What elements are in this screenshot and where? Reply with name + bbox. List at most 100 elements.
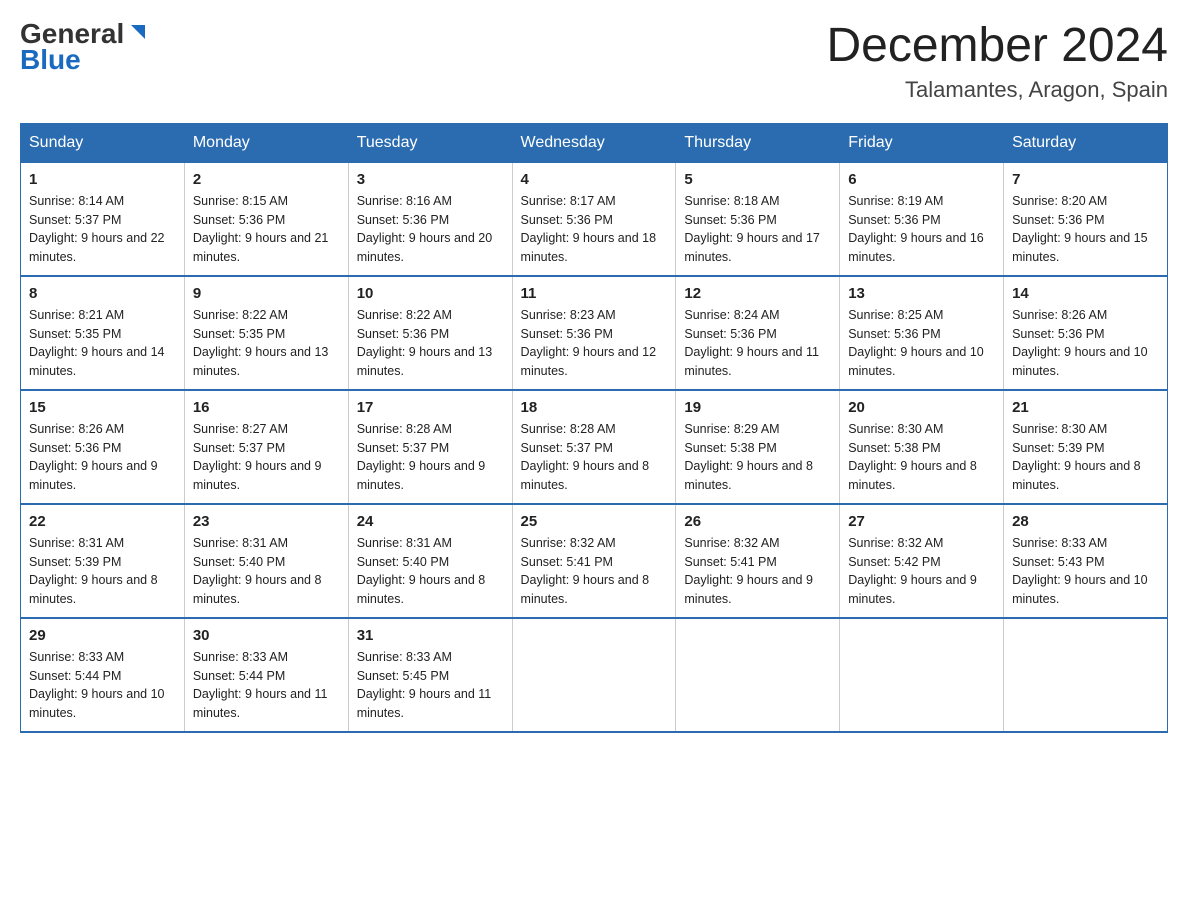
calendar-cell: 21 Sunrise: 8:30 AMSunset: 5:39 PMDaylig… [1004, 390, 1168, 504]
calendar-week-row: 22 Sunrise: 8:31 AMSunset: 5:39 PMDaylig… [21, 504, 1168, 618]
day-number: 19 [684, 399, 831, 416]
day-sunrise-info: Sunrise: 8:16 AMSunset: 5:36 PMDaylight:… [357, 194, 493, 264]
calendar-cell: 6 Sunrise: 8:19 AMSunset: 5:36 PMDayligh… [840, 162, 1004, 276]
day-sunrise-info: Sunrise: 8:14 AMSunset: 5:37 PMDaylight:… [29, 194, 165, 264]
calendar-cell [840, 618, 1004, 732]
day-sunrise-info: Sunrise: 8:23 AMSunset: 5:36 PMDaylight:… [521, 308, 657, 378]
day-sunrise-info: Sunrise: 8:25 AMSunset: 5:36 PMDaylight:… [848, 308, 984, 378]
calendar-week-row: 1 Sunrise: 8:14 AMSunset: 5:37 PMDayligh… [21, 162, 1168, 276]
calendar-cell: 20 Sunrise: 8:30 AMSunset: 5:38 PMDaylig… [840, 390, 1004, 504]
day-number: 1 [29, 171, 176, 188]
calendar-cell: 17 Sunrise: 8:28 AMSunset: 5:37 PMDaylig… [348, 390, 512, 504]
calendar-cell: 26 Sunrise: 8:32 AMSunset: 5:41 PMDaylig… [676, 504, 840, 618]
weekday-header-tuesday: Tuesday [348, 123, 512, 162]
day-number: 31 [357, 627, 504, 644]
day-sunrise-info: Sunrise: 8:24 AMSunset: 5:36 PMDaylight:… [684, 308, 819, 378]
calendar-cell: 19 Sunrise: 8:29 AMSunset: 5:38 PMDaylig… [676, 390, 840, 504]
calendar-week-row: 29 Sunrise: 8:33 AMSunset: 5:44 PMDaylig… [21, 618, 1168, 732]
day-sunrise-info: Sunrise: 8:21 AMSunset: 5:35 PMDaylight:… [29, 308, 165, 378]
weekday-header-row: SundayMondayTuesdayWednesdayThursdayFrid… [21, 123, 1168, 162]
day-number: 25 [521, 513, 668, 530]
calendar-cell: 10 Sunrise: 8:22 AMSunset: 5:36 PMDaylig… [348, 276, 512, 390]
day-sunrise-info: Sunrise: 8:32 AMSunset: 5:41 PMDaylight:… [521, 536, 650, 606]
calendar-cell: 8 Sunrise: 8:21 AMSunset: 5:35 PMDayligh… [21, 276, 185, 390]
day-sunrise-info: Sunrise: 8:29 AMSunset: 5:38 PMDaylight:… [684, 422, 813, 492]
calendar-cell [676, 618, 840, 732]
weekday-header-saturday: Saturday [1004, 123, 1168, 162]
calendar-cell: 24 Sunrise: 8:31 AMSunset: 5:40 PMDaylig… [348, 504, 512, 618]
day-number: 13 [848, 285, 995, 302]
calendar-cell: 4 Sunrise: 8:17 AMSunset: 5:36 PMDayligh… [512, 162, 676, 276]
location-subtitle: Talamantes, Aragon, Spain [826, 77, 1168, 103]
day-number: 10 [357, 285, 504, 302]
day-sunrise-info: Sunrise: 8:26 AMSunset: 5:36 PMDaylight:… [1012, 308, 1148, 378]
weekday-header-thursday: Thursday [676, 123, 840, 162]
day-sunrise-info: Sunrise: 8:20 AMSunset: 5:36 PMDaylight:… [1012, 194, 1148, 264]
calendar-cell: 29 Sunrise: 8:33 AMSunset: 5:44 PMDaylig… [21, 618, 185, 732]
day-sunrise-info: Sunrise: 8:33 AMSunset: 5:44 PMDaylight:… [29, 650, 165, 720]
day-number: 22 [29, 513, 176, 530]
day-sunrise-info: Sunrise: 8:28 AMSunset: 5:37 PMDaylight:… [521, 422, 650, 492]
day-sunrise-info: Sunrise: 8:26 AMSunset: 5:36 PMDaylight:… [29, 422, 158, 492]
day-sunrise-info: Sunrise: 8:30 AMSunset: 5:39 PMDaylight:… [1012, 422, 1141, 492]
day-sunrise-info: Sunrise: 8:30 AMSunset: 5:38 PMDaylight:… [848, 422, 977, 492]
calendar-cell: 2 Sunrise: 8:15 AMSunset: 5:36 PMDayligh… [184, 162, 348, 276]
day-sunrise-info: Sunrise: 8:22 AMSunset: 5:36 PMDaylight:… [357, 308, 493, 378]
logo-blue-text: Blue [20, 46, 81, 74]
page-header: General Blue December 2024 Talamantes, A… [20, 20, 1168, 103]
day-number: 6 [848, 171, 995, 188]
title-area: December 2024 Talamantes, Aragon, Spain [826, 20, 1168, 103]
day-sunrise-info: Sunrise: 8:33 AMSunset: 5:45 PMDaylight:… [357, 650, 492, 720]
day-sunrise-info: Sunrise: 8:27 AMSunset: 5:37 PMDaylight:… [193, 422, 322, 492]
calendar-week-row: 8 Sunrise: 8:21 AMSunset: 5:35 PMDayligh… [21, 276, 1168, 390]
day-sunrise-info: Sunrise: 8:31 AMSunset: 5:39 PMDaylight:… [29, 536, 158, 606]
calendar-cell: 28 Sunrise: 8:33 AMSunset: 5:43 PMDaylig… [1004, 504, 1168, 618]
day-sunrise-info: Sunrise: 8:18 AMSunset: 5:36 PMDaylight:… [684, 194, 820, 264]
day-number: 23 [193, 513, 340, 530]
day-number: 11 [521, 285, 668, 302]
calendar-cell: 9 Sunrise: 8:22 AMSunset: 5:35 PMDayligh… [184, 276, 348, 390]
calendar-cell: 7 Sunrise: 8:20 AMSunset: 5:36 PMDayligh… [1004, 162, 1168, 276]
day-number: 30 [193, 627, 340, 644]
logo-arrow-icon [127, 21, 149, 47]
calendar-cell: 22 Sunrise: 8:31 AMSunset: 5:39 PMDaylig… [21, 504, 185, 618]
day-number: 2 [193, 171, 340, 188]
weekday-header-wednesday: Wednesday [512, 123, 676, 162]
calendar-cell [1004, 618, 1168, 732]
calendar-cell [512, 618, 676, 732]
day-number: 20 [848, 399, 995, 416]
calendar-cell: 5 Sunrise: 8:18 AMSunset: 5:36 PMDayligh… [676, 162, 840, 276]
calendar-cell: 12 Sunrise: 8:24 AMSunset: 5:36 PMDaylig… [676, 276, 840, 390]
logo: General Blue [20, 20, 149, 74]
calendar-cell: 14 Sunrise: 8:26 AMSunset: 5:36 PMDaylig… [1004, 276, 1168, 390]
month-title: December 2024 [826, 20, 1168, 73]
day-number: 26 [684, 513, 831, 530]
weekday-header-sunday: Sunday [21, 123, 185, 162]
calendar-cell: 23 Sunrise: 8:31 AMSunset: 5:40 PMDaylig… [184, 504, 348, 618]
calendar-cell: 13 Sunrise: 8:25 AMSunset: 5:36 PMDaylig… [840, 276, 1004, 390]
day-sunrise-info: Sunrise: 8:32 AMSunset: 5:42 PMDaylight:… [848, 536, 977, 606]
day-number: 17 [357, 399, 504, 416]
day-sunrise-info: Sunrise: 8:33 AMSunset: 5:44 PMDaylight:… [193, 650, 328, 720]
day-number: 3 [357, 171, 504, 188]
calendar-cell: 1 Sunrise: 8:14 AMSunset: 5:37 PMDayligh… [21, 162, 185, 276]
day-number: 14 [1012, 285, 1159, 302]
day-sunrise-info: Sunrise: 8:31 AMSunset: 5:40 PMDaylight:… [357, 536, 486, 606]
day-sunrise-info: Sunrise: 8:28 AMSunset: 5:37 PMDaylight:… [357, 422, 486, 492]
day-number: 21 [1012, 399, 1159, 416]
calendar-cell: 27 Sunrise: 8:32 AMSunset: 5:42 PMDaylig… [840, 504, 1004, 618]
calendar-cell: 11 Sunrise: 8:23 AMSunset: 5:36 PMDaylig… [512, 276, 676, 390]
day-number: 18 [521, 399, 668, 416]
day-number: 15 [29, 399, 176, 416]
day-sunrise-info: Sunrise: 8:19 AMSunset: 5:36 PMDaylight:… [848, 194, 984, 264]
day-sunrise-info: Sunrise: 8:15 AMSunset: 5:36 PMDaylight:… [193, 194, 329, 264]
weekday-header-friday: Friday [840, 123, 1004, 162]
calendar-cell: 18 Sunrise: 8:28 AMSunset: 5:37 PMDaylig… [512, 390, 676, 504]
calendar-cell: 3 Sunrise: 8:16 AMSunset: 5:36 PMDayligh… [348, 162, 512, 276]
day-sunrise-info: Sunrise: 8:32 AMSunset: 5:41 PMDaylight:… [684, 536, 813, 606]
day-number: 12 [684, 285, 831, 302]
day-number: 7 [1012, 171, 1159, 188]
calendar-cell: 15 Sunrise: 8:26 AMSunset: 5:36 PMDaylig… [21, 390, 185, 504]
day-number: 8 [29, 285, 176, 302]
day-number: 16 [193, 399, 340, 416]
